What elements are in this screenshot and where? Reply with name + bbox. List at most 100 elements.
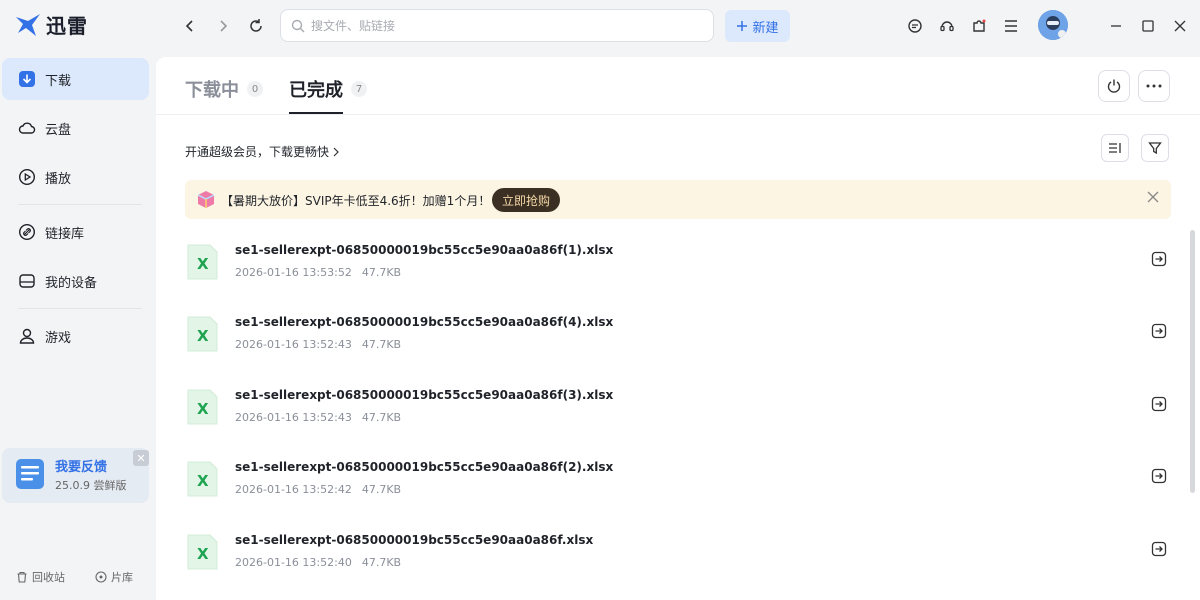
file-size: 47.7KB: [361, 483, 402, 496]
device-icon: [19, 274, 35, 288]
tab-completed[interactable]: 已完成 7: [289, 76, 367, 102]
new-task-button[interactable]: 新建: [725, 10, 790, 42]
tab-divider: [156, 114, 1200, 115]
main-panel: 下载中 0 已完成 7 开通超级会员，下载更畅快 【暑期大放价】SVIP年卡低至…: [156, 57, 1200, 600]
file-size: 47.7KB: [361, 411, 402, 424]
maximize-icon[interactable]: [1137, 15, 1159, 37]
feedback-close-icon[interactable]: ✕: [133, 450, 149, 466]
open-file-icon[interactable]: [1151, 323, 1167, 339]
play-icon: [18, 168, 36, 186]
more-icon: [1146, 84, 1162, 88]
more-options-button[interactable]: [1138, 70, 1170, 102]
feedback-card[interactable]: 我要反馈 25.0.9 尝鲜版 ✕: [2, 448, 149, 503]
user-icon: [19, 328, 35, 344]
file-time: 2026-01-16 13:52:40: [235, 556, 352, 569]
promo-text: 开通超级会员，下载更畅快: [185, 145, 330, 159]
library-label: 片库: [111, 571, 133, 584]
file-name: se1-sellerexpt-06850000019bc55cc5e90aa0a…: [235, 460, 614, 474]
banner-close-icon[interactable]: [1147, 191, 1159, 203]
file-meta: 2026-01-16 13:52:43 47.7KB: [235, 411, 401, 424]
film-library-link[interactable]: 片库: [95, 569, 133, 585]
recycle-bin-link[interactable]: 回收站: [16, 569, 65, 585]
sidebar-item-label: 链接库: [45, 226, 85, 242]
sidebar-item-label: 下载: [45, 73, 72, 89]
download-icon: [19, 71, 35, 87]
headset-icon[interactable]: [936, 15, 958, 37]
sidebar-item-download[interactable]: 下载: [2, 58, 149, 100]
gift-cube-icon: [197, 191, 215, 208]
file-time: 2026-01-16 13:52:43: [235, 338, 352, 351]
file-size: 47.7KB: [361, 556, 402, 569]
sidebar-item-link-library[interactable]: 链接库: [2, 211, 149, 253]
vip-promo-link[interactable]: 开通超级会员，下载更畅快: [185, 143, 340, 160]
list-item[interactable]: X se1-sellerexpt-06850000019bc55cc5e90aa…: [185, 460, 1171, 532]
tab-label: 下载中: [185, 80, 239, 101]
menu-icon[interactable]: [1000, 15, 1022, 37]
sort-icon: [1109, 143, 1121, 153]
file-name: se1-sellerexpt-06850000019bc55cc5e90aa0a…: [235, 315, 614, 329]
file-time: 2026-01-16 13:53:52: [235, 266, 352, 279]
tab-count-badge: 0: [247, 81, 263, 97]
svg-text:X: X: [197, 400, 209, 418]
puzzle-icon[interactable]: [968, 15, 990, 37]
tab-label: 已完成: [289, 80, 343, 101]
back-icon[interactable]: [178, 14, 202, 38]
minimize-icon[interactable]: [1105, 15, 1127, 37]
list-item[interactable]: X se1-sellerexpt-06850000019bc55cc5e90aa…: [185, 315, 1171, 387]
open-file-icon[interactable]: [1151, 251, 1167, 267]
open-file-icon[interactable]: [1151, 396, 1167, 412]
plus-icon: [737, 21, 748, 31]
cloud-icon: [18, 122, 36, 134]
svg-text:X: X: [197, 472, 209, 490]
list-item[interactable]: X se1-sellerexpt-06850000019bc55cc5e90aa…: [185, 533, 1171, 600]
sidebar-item-play[interactable]: 播放: [2, 156, 149, 198]
buy-now-button[interactable]: 立即抢购: [492, 188, 560, 212]
search-icon: [291, 19, 305, 32]
feedback-title: 我要反馈: [55, 460, 108, 475]
list-item[interactable]: X se1-sellerexpt-06850000019bc55cc5e90aa…: [185, 243, 1171, 315]
file-meta: 2026-01-16 13:52:42 47.7KB: [235, 483, 401, 496]
excel-file-icon: X: [187, 534, 218, 570]
scrollbar[interactable]: [1190, 230, 1195, 493]
message-icon[interactable]: [904, 15, 926, 37]
file-name: se1-sellerexpt-06850000019bc55cc5e90aa0a…: [235, 533, 594, 547]
filter-icon: [1148, 142, 1162, 155]
svg-text:X: X: [197, 255, 209, 273]
sidebar-item-label: 我的设备: [45, 275, 98, 291]
filter-button[interactable]: [1141, 134, 1169, 162]
sidebar-item-games[interactable]: 游戏: [2, 315, 149, 357]
file-name: se1-sellerexpt-06850000019bc55cc5e90aa0a…: [235, 388, 614, 402]
sort-button[interactable]: [1101, 134, 1129, 162]
excel-file-icon: X: [187, 389, 218, 425]
sidebar-item-my-devices[interactable]: 我的设备: [2, 260, 149, 302]
excel-file-icon: X: [187, 244, 218, 280]
feedback-doc-icon: [16, 459, 44, 489]
recycle-label: 回收站: [32, 571, 65, 584]
power-button[interactable]: [1098, 70, 1130, 102]
sidebar-item-cloud[interactable]: 云盘: [2, 107, 149, 149]
tab-downloading[interactable]: 下载中 0: [185, 76, 263, 102]
forward-icon[interactable]: [211, 14, 235, 38]
file-time: 2026-01-16 13:52:43: [235, 411, 352, 424]
close-icon[interactable]: [1169, 15, 1191, 37]
open-file-icon[interactable]: [1151, 468, 1167, 484]
search-input[interactable]: [311, 18, 691, 33]
sidebar-item-label: 游戏: [45, 330, 72, 346]
new-label: 新建: [752, 20, 779, 36]
avatar[interactable]: [1038, 10, 1068, 40]
list-item[interactable]: X se1-sellerexpt-06850000019bc55cc5e90aa…: [185, 388, 1171, 460]
sidebar-item-label: 播放: [45, 171, 72, 187]
file-size: 47.7KB: [361, 266, 402, 279]
chevron-right-icon: [333, 147, 339, 156]
svg-text:X: X: [197, 545, 209, 563]
excel-file-icon: X: [187, 461, 218, 497]
sidebar-divider: [18, 204, 142, 205]
open-file-icon[interactable]: [1151, 541, 1167, 557]
promo-banner: 【暑期大放价】SVIP年卡低至4.6折！加赠1个月！ 立即抢购: [185, 180, 1171, 219]
search-box[interactable]: [280, 9, 714, 42]
version-label: 25.0.9 尝鲜版: [55, 479, 127, 492]
refresh-icon[interactable]: [244, 14, 268, 38]
power-icon: [1107, 79, 1121, 93]
link-icon: [18, 223, 36, 241]
top-bar: 迅雷 新建: [0, 0, 1200, 52]
